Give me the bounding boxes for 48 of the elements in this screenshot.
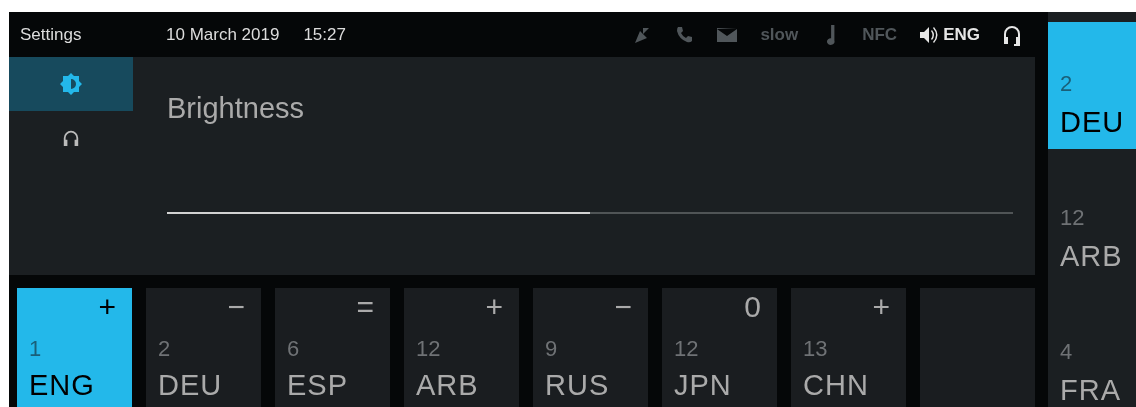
empty-tile[interactable] [920, 288, 1035, 407]
time-text: 15:27 [303, 23, 346, 46]
channel-tile[interactable]: − 9 RUS [533, 288, 648, 407]
status-symbol: 0 [744, 292, 761, 322]
language-text: ENG [943, 23, 980, 46]
panel-title: Brightness [167, 91, 304, 126]
channel-tile[interactable]: + 12 ARB [404, 288, 519, 407]
channel-number: 4 [1060, 338, 1073, 366]
headphones-icon [62, 129, 80, 147]
status-symbol: − [614, 292, 632, 322]
channel-number: 13 [803, 335, 828, 363]
channel-tile[interactable]: + 1 ENG [17, 288, 132, 407]
channel-tile[interactable]: 0 12 JPN [662, 288, 777, 407]
channel-number: 12 [674, 335, 699, 363]
language-label: JPN [674, 368, 732, 403]
screen-title: Settings [20, 23, 83, 46]
date-text: 10 March 2019 [166, 23, 280, 46]
channel-number: 1 [29, 335, 42, 363]
channel-number: 12 [416, 335, 441, 363]
language-label: RUS [545, 368, 610, 403]
channel-tile[interactable]: 12 ARB [1048, 156, 1136, 283]
language-label: FRA [1060, 373, 1121, 407]
language-label: ARB [416, 368, 479, 403]
channel-tile[interactable]: 4 FRA [1048, 290, 1136, 407]
language-label: ESP [287, 368, 349, 403]
channel-tile[interactable]: − 2 DEU [146, 288, 261, 407]
status-symbol: + [485, 292, 503, 322]
channel-number: 2 [1060, 70, 1073, 98]
channel-number: 2 [158, 335, 171, 363]
language-label: ARB [1060, 239, 1123, 274]
status-symbol: + [872, 292, 890, 322]
status-text: slow [760, 23, 799, 46]
language-label: CHN [803, 368, 869, 403]
channel-tile[interactable]: 2 DEU [1048, 22, 1136, 149]
status-symbol: − [227, 292, 245, 322]
channel-number: 6 [287, 335, 300, 363]
channel-number: 9 [545, 335, 558, 363]
status-text: NFC [862, 23, 898, 46]
channel-number: 12 [1060, 204, 1085, 232]
language-label: DEU [158, 368, 223, 403]
status-symbol: = [356, 292, 374, 322]
status-symbol: + [98, 292, 116, 322]
language-label: ENG [29, 368, 95, 403]
channel-tile[interactable]: = 6 ESP [275, 288, 390, 407]
brightness-icon [59, 72, 83, 96]
language-label: DEU [1060, 105, 1125, 140]
channel-tile[interactable]: + 13 CHN [791, 288, 906, 407]
sidebar-item[interactable] [9, 57, 133, 111]
